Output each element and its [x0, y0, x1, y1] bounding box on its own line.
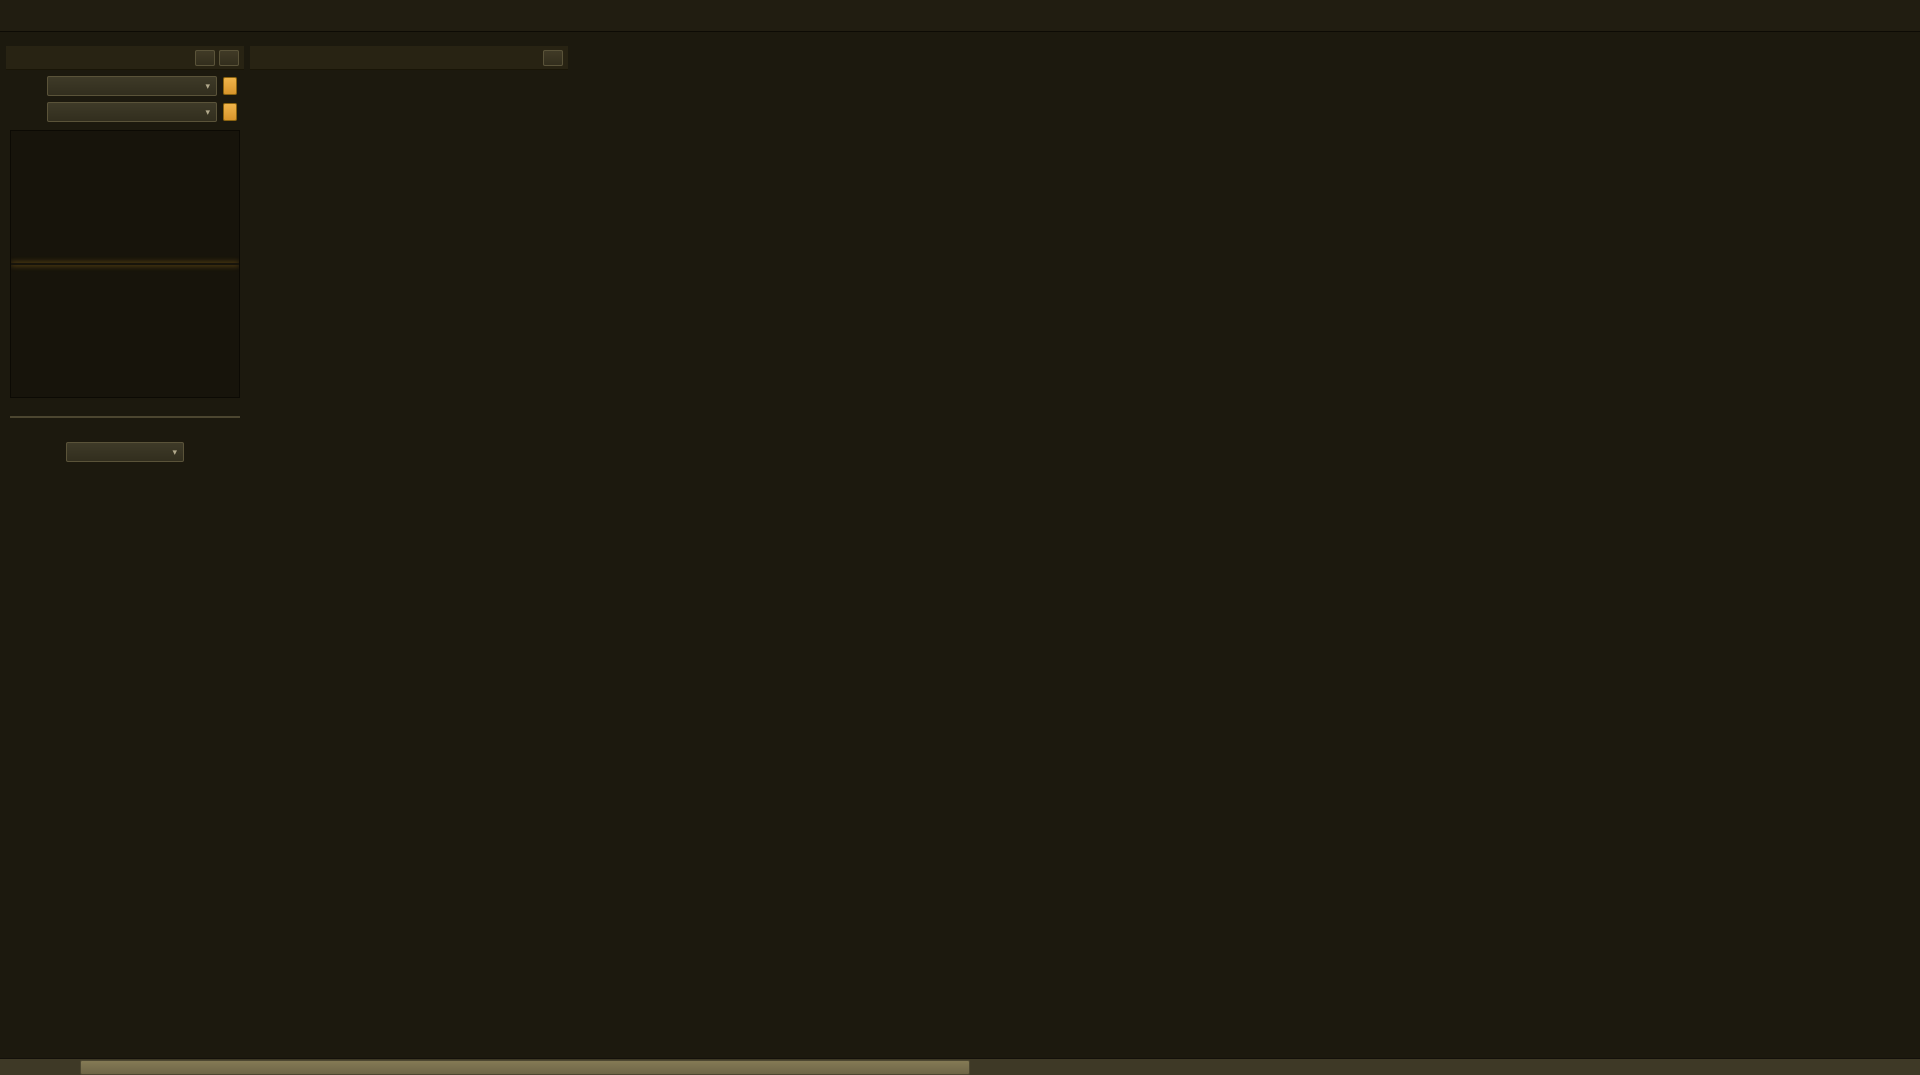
frequency-axis-labels	[10, 400, 240, 413]
master-level-meter	[34, 1062, 78, 1073]
eq-panel: ▾ ▾ ▾	[6, 46, 244, 1045]
filter-type-select[interactable]: ▾	[66, 442, 184, 462]
chevron-down-icon: ▾	[205, 80, 210, 91]
horizontal-scrollbar[interactable]	[0, 1058, 1920, 1075]
eq-bypass-button[interactable]	[195, 49, 215, 66]
titlebar	[0, 0, 1920, 32]
spectrum-toggle-button[interactable]	[223, 77, 237, 95]
aux-close-button[interactable]	[543, 49, 563, 66]
eq-panel-header	[6, 46, 244, 70]
eq-band-tabs	[10, 416, 240, 418]
eq-graph[interactable]	[10, 130, 240, 398]
pooled-toggle-button[interactable]	[223, 103, 237, 121]
floating-panels: ▾ ▾ ▾	[4, 44, 570, 1047]
eq-curve-line	[11, 263, 239, 265]
aux-panel-header	[250, 46, 568, 70]
aux-panel	[250, 46, 568, 1045]
mixer-window: ▾ ▾ ▾	[0, 0, 1920, 1075]
chevron-down-icon: ▾	[205, 106, 210, 117]
chevron-down-icon: ▾	[172, 446, 177, 457]
mixer-body: ▾ ▾ ▾	[0, 44, 1920, 1047]
q-mode-select[interactable]: ▾	[47, 76, 217, 96]
eq-close-button[interactable]	[219, 49, 239, 66]
scrollbar-thumb[interactable]	[80, 1060, 970, 1075]
fft-select[interactable]: ▾	[47, 102, 217, 122]
